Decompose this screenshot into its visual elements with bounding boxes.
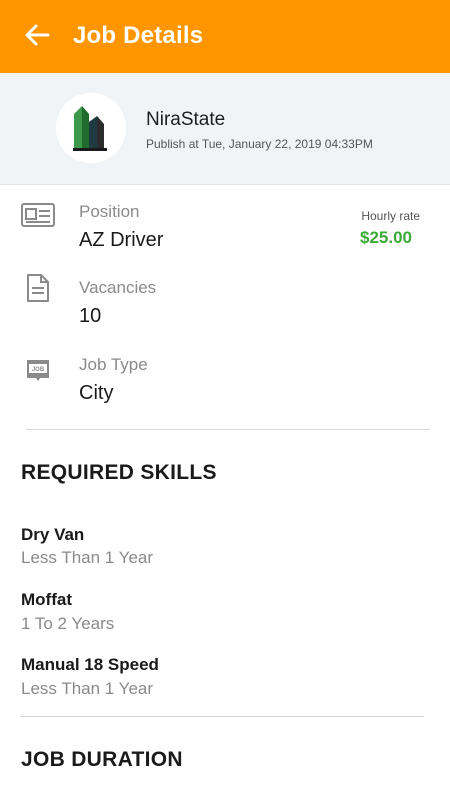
vacancies-value: 10 <box>79 305 102 327</box>
app-bar: Job Details <box>0 0 450 73</box>
job-type-label: Job Type <box>79 355 148 374</box>
divider <box>20 716 424 717</box>
company-logo <box>56 93 126 163</box>
hourly-rate-value: $25.00 <box>360 228 412 247</box>
job-duration-title: JOB DURATION <box>21 748 183 771</box>
svg-text:JOB: JOB <box>32 367 45 373</box>
vacancies-label: Vacancies <box>79 278 157 297</box>
skill-experience: Less Than 1 Year <box>21 548 154 567</box>
skill-name: Moffat <box>21 590 72 609</box>
job-type-value: City <box>79 382 114 404</box>
skill-name: Dry Van <box>21 525 85 544</box>
hourly-rate-label: Hourly rate <box>361 209 420 223</box>
id-card-icon <box>20 200 56 230</box>
building-logo-icon <box>73 106 107 151</box>
arrow-left-icon[interactable] <box>24 23 50 52</box>
publish-date: Publish at Tue, January 22, 2019 04:33PM <box>146 137 373 151</box>
position-value: AZ Driver <box>79 229 164 251</box>
divider <box>26 429 430 430</box>
company-card: NiraState Publish at Tue, January 22, 20… <box>0 73 450 185</box>
document-icon <box>20 273 56 303</box>
back-button[interactable] <box>18 18 56 56</box>
required-skills-title: REQUIRED SKILLS <box>21 461 217 484</box>
job-badge-icon: JOB <box>20 357 56 387</box>
skill-experience: Less Than 1 Year <box>21 679 154 698</box>
skill-name: Manual 18 Speed <box>21 655 159 674</box>
skill-experience: 1 To 2 Years <box>21 614 115 633</box>
page-title: Job Details <box>73 22 204 49</box>
company-name: NiraState <box>146 109 226 130</box>
position-label: Position <box>79 202 140 221</box>
